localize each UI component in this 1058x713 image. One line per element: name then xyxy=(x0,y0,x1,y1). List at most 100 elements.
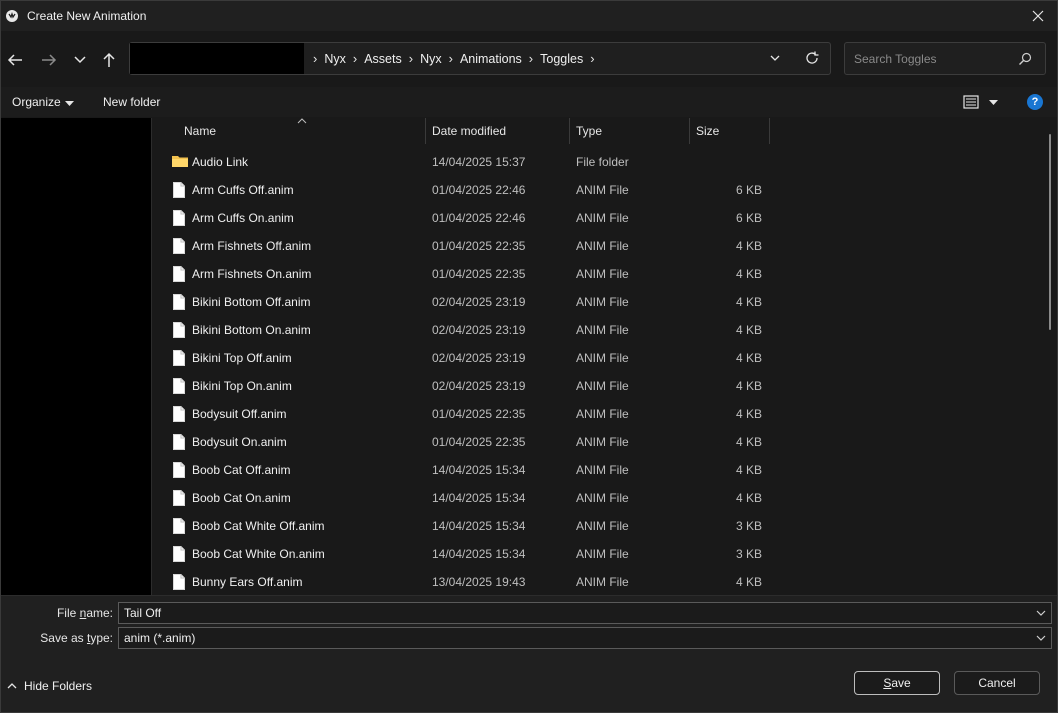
chevron-right-icon[interactable]: › xyxy=(590,51,594,66)
chevron-right-icon[interactable]: › xyxy=(449,51,453,66)
breadcrumb-item[interactable]: Toggles xyxy=(540,52,583,66)
redacted-path xyxy=(130,43,304,74)
search-placeholder: Search Toggles xyxy=(854,52,937,66)
file-name-label: File name: xyxy=(56,606,113,620)
file-icon xyxy=(172,266,188,282)
file-size: 3 KB xyxy=(735,547,762,561)
vertical-scrollbar[interactable] xyxy=(1049,134,1051,330)
file-row[interactable]: Bodysuit Off.anim 01/04/2025 22:35 ANIM Fi… xyxy=(152,400,1057,428)
file-date-modified: 02/04/2025 23:19 xyxy=(432,323,526,337)
address-bar[interactable]: › Nyx › Assets › Nyx › Animations › Togg… xyxy=(129,42,831,75)
up-arrow-icon[interactable] xyxy=(98,49,120,71)
close-icon[interactable] xyxy=(1029,7,1047,25)
file-row[interactable]: Boob Cat Off.anim 14/04/2025 15:34 ANIM Fi… xyxy=(152,456,1057,484)
file-size: 4 KB xyxy=(735,575,762,589)
file-name: Boob Cat White On.anim xyxy=(192,547,325,561)
file-name: Boob Cat On.anim xyxy=(192,491,291,505)
command-bar: Organize New folder ? xyxy=(1,87,1057,117)
file-icon xyxy=(172,574,188,590)
file-date-modified: 14/04/2025 15:34 xyxy=(432,463,526,477)
file-date-modified: 01/04/2025 22:46 xyxy=(432,211,526,225)
column-name[interactable]: Name xyxy=(184,124,216,138)
file-row[interactable]: Boob Cat White On.anim 14/04/2025 15:34 AN… xyxy=(152,540,1057,568)
file-name: Boob Cat Off.anim xyxy=(192,463,291,477)
file-icon xyxy=(172,210,188,226)
cancel-button[interactable]: Cancel xyxy=(954,671,1040,695)
file-row[interactable]: Arm Fishnets On.anim 01/04/2025 22:35 ANIM… xyxy=(152,260,1057,288)
file-row[interactable]: Arm Cuffs On.anim 01/04/2025 22:46 ANIM Fi… xyxy=(152,204,1057,232)
file-name: Bikini Top On.anim xyxy=(192,379,292,393)
file-row[interactable]: Arm Cuffs Off.anim 01/04/2025 22:46 ANIM F… xyxy=(152,176,1057,204)
help-icon[interactable]: ? xyxy=(1027,94,1043,110)
file-row[interactable]: Bikini Bottom Off.anim 02/04/2025 23:19 AN… xyxy=(152,288,1057,316)
file-size: 6 KB xyxy=(735,183,762,197)
file-icon xyxy=(172,294,188,310)
breadcrumb-item[interactable]: Nyx xyxy=(420,52,442,66)
save-type-label: Save as type: xyxy=(40,631,113,645)
hide-folders-button[interactable]: Hide Folders xyxy=(7,679,92,693)
file-date-modified: 01/04/2025 22:35 xyxy=(432,407,526,421)
chevron-down-icon[interactable] xyxy=(1036,608,1046,618)
breadcrumb-item[interactable]: Animations xyxy=(460,52,522,66)
column-divider[interactable] xyxy=(689,118,690,144)
chevron-down-icon[interactable] xyxy=(1036,633,1046,643)
title-bar: Create New Animation xyxy=(1,1,1057,31)
file-name: Arm Cuffs On.anim xyxy=(192,211,294,225)
chevron-right-icon[interactable]: › xyxy=(313,51,317,66)
file-row[interactable]: Bodysuit On.anim 01/04/2025 22:35 ANIM Fil… xyxy=(152,428,1057,456)
file-size: 4 KB xyxy=(735,435,762,449)
file-icon xyxy=(172,238,188,254)
file-row[interactable]: Bunny Ears Off.anim 13/04/2025 19:43 ANIM … xyxy=(152,568,1057,595)
file-date-modified: 02/04/2025 23:19 xyxy=(432,379,526,393)
organize-button[interactable]: Organize xyxy=(12,95,74,110)
view-options-button[interactable] xyxy=(963,94,1003,110)
file-list[interactable]: Name Date modified Type Size Audio Link 1… xyxy=(152,118,1057,595)
file-type: ANIM File xyxy=(576,239,629,253)
file-icon xyxy=(172,350,188,366)
window-title: Create New Animation xyxy=(27,9,147,23)
save-button[interactable]: Save xyxy=(854,671,940,695)
column-header-row: Name Date modified Type Size xyxy=(152,118,1057,146)
back-arrow-icon[interactable] xyxy=(4,49,26,71)
column-divider[interactable] xyxy=(569,118,570,144)
file-size: 4 KB xyxy=(735,295,762,309)
file-row[interactable]: Boob Cat On.anim 14/04/2025 15:34 ANIM Fil… xyxy=(152,484,1057,512)
file-row[interactable]: Bikini Bottom On.anim 02/04/2025 23:19 ANI… xyxy=(152,316,1057,344)
file-row[interactable]: Audio Link 14/04/2025 15:37 File folder xyxy=(152,148,1057,176)
file-type: ANIM File xyxy=(576,267,629,281)
save-type-value: anim (*.anim) xyxy=(124,631,196,645)
address-history-chevron-icon[interactable] xyxy=(768,51,782,65)
save-type-select[interactable]: anim (*.anim) xyxy=(118,627,1052,649)
search-input[interactable]: Search Toggles xyxy=(844,42,1046,75)
file-row[interactable]: Bikini Top On.anim 02/04/2025 23:19 ANIM F… xyxy=(152,372,1057,400)
file-name: Bikini Top Off.anim xyxy=(192,351,292,365)
new-folder-button[interactable]: New folder xyxy=(103,95,160,109)
breadcrumb-item[interactable]: Assets xyxy=(364,52,402,66)
file-size: 4 KB xyxy=(735,407,762,421)
navigation-pane[interactable] xyxy=(1,118,151,595)
file-icon xyxy=(172,378,188,394)
file-size: 6 KB xyxy=(735,211,762,225)
refresh-icon[interactable] xyxy=(804,50,820,66)
breadcrumb: › Nyx › Assets › Nyx › Animations › Togg… xyxy=(306,43,602,74)
column-type[interactable]: Type xyxy=(576,124,602,138)
forward-arrow-icon[interactable] xyxy=(38,49,60,71)
chevron-right-icon[interactable]: › xyxy=(529,51,533,66)
file-row[interactable]: Arm Fishnets Off.anim 01/04/2025 22:35 ANI… xyxy=(152,232,1057,260)
chevron-right-icon[interactable]: › xyxy=(409,51,413,66)
recent-locations-chevron-icon[interactable] xyxy=(69,49,91,71)
column-divider[interactable] xyxy=(769,118,770,144)
file-row[interactable]: Boob Cat White Off.anim 14/04/2025 15:34 A… xyxy=(152,512,1057,540)
column-date-modified[interactable]: Date modified xyxy=(432,124,506,138)
column-size[interactable]: Size xyxy=(696,124,719,138)
column-divider[interactable] xyxy=(425,118,426,144)
search-icon[interactable] xyxy=(1018,52,1032,66)
file-name-input[interactable]: Tail Off xyxy=(118,602,1052,624)
file-date-modified: 14/04/2025 15:34 xyxy=(432,491,526,505)
file-size: 4 KB xyxy=(735,351,762,365)
file-row[interactable]: Bikini Top Off.anim 02/04/2025 23:19 ANIM … xyxy=(152,344,1057,372)
file-name: Bikini Bottom Off.anim xyxy=(192,295,311,309)
breadcrumb-item[interactable]: Nyx xyxy=(324,52,346,66)
chevron-right-icon[interactable]: › xyxy=(353,51,357,66)
file-icon xyxy=(172,406,188,422)
